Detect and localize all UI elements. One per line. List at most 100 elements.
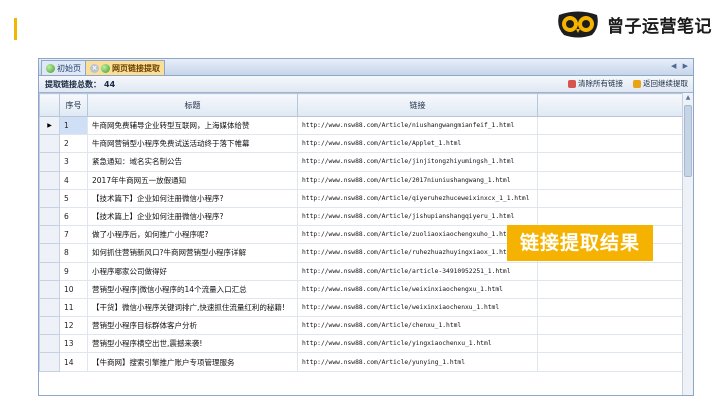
row-selector[interactable] [39,170,60,190]
column-header-title[interactable]: 标题 [87,93,298,117]
cell-link[interactable]: http://www.nsw88.com/Article/yingxiaoche… [297,334,538,354]
cell-title[interactable]: 如何抓住营销新风口?牛商网营销型小程序详解 [87,243,298,263]
table-row[interactable]: 11 【干货】微信小程序关键词排广,快速抓住流量红利的秘籍! http://www.… [39,297,683,318]
row-selector[interactable] [39,297,60,318]
cell-empty [537,152,683,172]
owl-logo-icon [558,11,598,38]
cell-num[interactable]: 1 [59,115,88,136]
cell-link[interactable]: http://www.nsw88.com/Article/ruhezhuazhu… [297,243,538,263]
row-selector[interactable] [39,352,60,372]
cell-num[interactable]: 3 [59,152,88,172]
row-selector[interactable] [39,334,60,354]
cell-num[interactable]: 8 [59,243,88,263]
scroll-thumb[interactable] [684,105,692,177]
cell-link[interactable]: http://www.nsw88.com/Article/qiyeruhezhu… [297,188,538,208]
row-selector[interactable] [39,243,60,263]
cell-num[interactable]: 10 [59,279,88,299]
row-selector[interactable] [39,152,60,172]
row-selector[interactable] [39,316,60,336]
cell-num[interactable]: 12 [59,316,88,336]
cell-link[interactable]: http://www.nsw88.com/Article/chenxu_1.ht… [297,316,538,336]
cell-empty [537,334,683,354]
tab-link-extract[interactable]: × 网页链接提取 [85,60,165,75]
cell-empty [537,261,683,281]
cell-link[interactable]: http://www.nsw88.com/Article/niushangwan… [297,115,538,136]
cell-title[interactable]: 2017年牛商网五一放假通知 [87,170,298,190]
cell-num[interactable]: 9 [59,261,88,281]
cell-link[interactable]: http://www.nsw88.com/Article/jishupiansh… [297,206,538,227]
clear-links-button[interactable]: 清除所有链接 [568,78,623,89]
cell-num[interactable]: 13 [59,334,88,354]
cell-title[interactable]: 营销型小程序横空出世,震撼来袭! [87,334,298,354]
column-header-link[interactable]: 链接 [297,93,538,117]
cell-num[interactable]: 7 [59,225,88,245]
total-value: 44 [104,80,116,89]
table-row[interactable]: ▶ 1 牛商网免费辅导企业转型互联网，上海媒体给赞 http://www.nsw88.… [39,115,683,136]
total-label: 提取链接总数： [45,80,101,89]
cell-empty [537,115,683,136]
row-selector[interactable]: ▶ [39,115,60,136]
tab-bar: 初始页 × 网页链接提取 ◀ ▶ [39,59,693,76]
back-icon [633,79,641,88]
cell-num[interactable]: 2 [59,134,88,154]
tab-scroll-arrows[interactable]: ◀ ▶ [671,62,690,70]
tab-home[interactable]: 初始页 [41,60,86,75]
cell-title[interactable]: 做了小程序后，如何推广小程序呢? [87,225,298,245]
cell-title[interactable]: 牛商网营销型小程序免费试送活动终于落下帷幕 [87,134,298,154]
cell-link[interactable]: http://www.nsw88.com/Article/2017niunius… [297,170,538,190]
cell-num[interactable]: 11 [59,297,88,318]
table-header-row: 序号 标题 链接 [39,93,683,117]
cell-title[interactable]: 【牛商网】搜索引擎推广账户专项管理服务 [87,352,298,372]
table-row[interactable]: 3 紧急通知：域名实名制公告 http://www.nsw88.com/Articl… [39,152,683,172]
vertical-scrollbar[interactable]: ▲ [682,93,693,395]
cell-link[interactable]: http://www.nsw88.com/Article/weixinxiaoc… [297,297,538,318]
table-row[interactable]: 9 小程序哪家公司做得好 http://www.nsw88.com/Article/… [39,261,683,281]
tab-link-extract-label: 网页链接提取 [112,63,160,73]
cell-link[interactable]: http://www.nsw88.com/Article/article-349… [297,261,538,281]
cell-link[interactable]: http://www.nsw88.com/Article/yunying_1.h… [297,352,538,372]
table-row[interactable]: 13 营销型小程序横空出世,震撼来袭! http://www.nsw88.com/A… [39,334,683,354]
cell-title[interactable]: 牛商网免费辅导企业转型互联网，上海媒体给赞 [87,115,298,136]
column-header-num[interactable]: 序号 [59,93,88,117]
cell-empty [537,188,683,208]
cell-title[interactable]: 【技术篇上】企业如何注册微信小程序? [87,206,298,227]
close-icon[interactable]: × [90,63,99,73]
table-row[interactable]: 5 【技术篇下】企业如何注册微信小程序? http://www.nsw88.com/… [39,188,683,208]
tool-icon [101,63,110,73]
back-extract-button[interactable]: 返回继续提取 [633,78,688,89]
toolbar: 提取链接总数： 44 清除所有链接 返回继续提取 [39,76,693,93]
tab-home-label: 初始页 [57,63,81,73]
table-row[interactable]: 4 2017年牛商网五一放假通知 http://www.nsw88.com/Arti… [39,170,683,190]
cell-title[interactable]: 紧急通知：域名实名制公告 [87,152,298,172]
cell-title[interactable]: 【技术篇下】企业如何注册微信小程序? [87,188,298,208]
cell-link[interactable]: http://www.nsw88.com/Article/weixinxiaoc… [297,279,538,299]
table-row[interactable]: 12 营销型小程序目标群体客户分析 http://www.nsw88.com/Art… [39,316,683,336]
scroll-up-icon[interactable]: ▲ [683,93,693,103]
cell-link[interactable]: http://www.nsw88.com/Article/jinjitongzh… [297,152,538,172]
cell-empty [537,297,683,318]
table-row[interactable]: 10 营销型小程序|微信小程序的14个流量入口汇总 http://www.nsw88… [39,279,683,299]
table-row[interactable]: 2 牛商网营销型小程序免费试送活动终于落下帷幕 http://www.nsw88.c… [39,134,683,154]
cell-link[interactable]: http://www.nsw88.com/Article/Applet_1.ht… [297,134,538,154]
cell-empty [537,170,683,190]
cell-title[interactable]: 营销型小程序目标群体客户分析 [87,316,298,336]
row-selector[interactable] [39,261,60,281]
table-row[interactable]: 6 【技术篇上】企业如何注册微信小程序? http://www.nsw88.com/… [39,206,683,227]
cell-title[interactable]: 营销型小程序|微信小程序的14个流量入口汇总 [87,279,298,299]
row-selector[interactable] [39,206,60,227]
row-selector[interactable] [39,188,60,208]
brand-logo: 曾子运营笔记 [555,8,712,40]
row-selector[interactable] [39,225,60,245]
total-count: 提取链接总数： 44 [45,79,115,90]
row-selector[interactable] [39,279,60,299]
cell-num[interactable]: 6 [59,206,88,227]
cell-num[interactable]: 14 [59,352,88,372]
cell-num[interactable]: 5 [59,188,88,208]
table-row[interactable]: 14 【牛商网】搜索引擎推广账户专项管理服务 http://www.nsw88.co… [39,352,683,372]
cell-num[interactable]: 4 [59,170,88,190]
cell-title[interactable]: 小程序哪家公司做得好 [87,261,298,281]
cell-title[interactable]: 【干货】微信小程序关键词排广,快速抓住流量红利的秘籍! [87,297,298,318]
cell-empty [537,352,683,372]
row-selector[interactable] [39,134,60,154]
cell-link[interactable]: http://www.nsw88.com/Article/zuoliaoxiao… [297,225,538,245]
